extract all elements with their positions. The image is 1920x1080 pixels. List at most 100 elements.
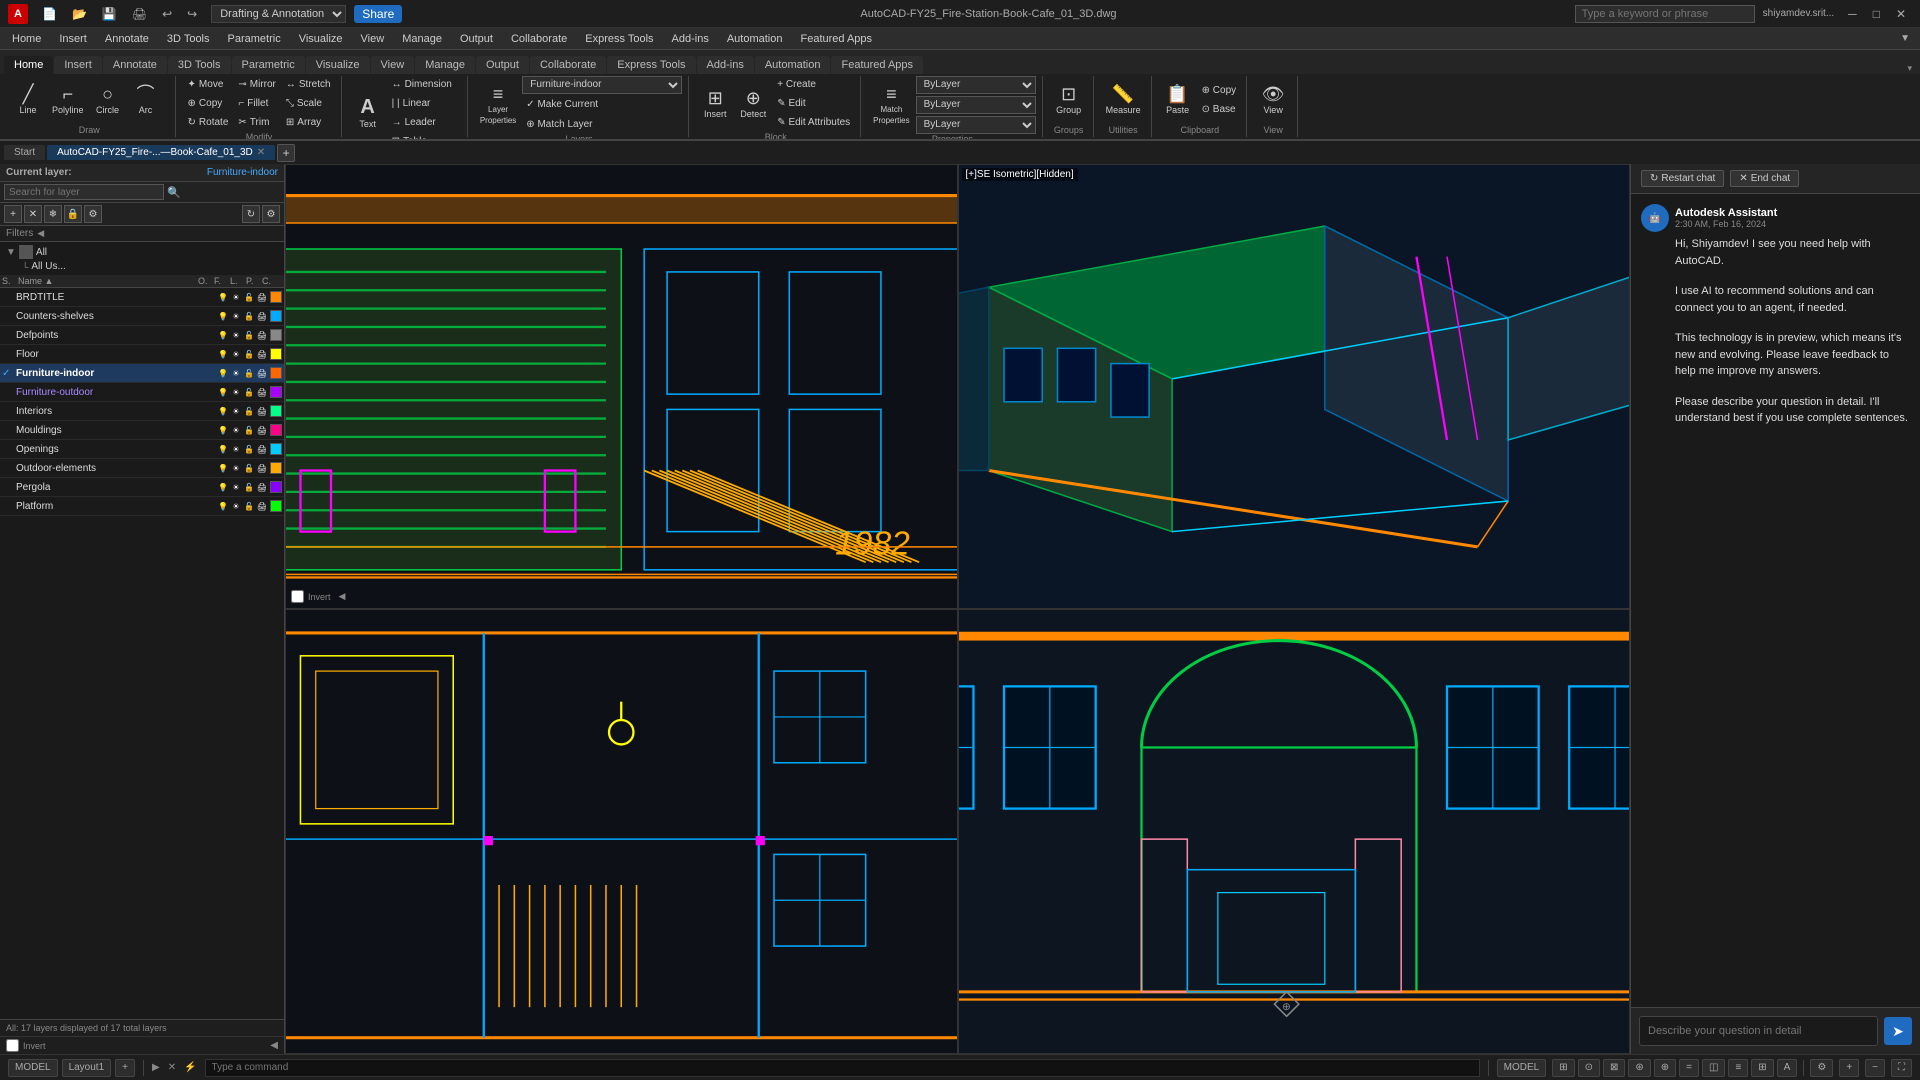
tab-close-btn[interactable]: ✕ <box>257 147 265 158</box>
tab-annotate[interactable]: Annotate <box>103 56 167 74</box>
mirror-btn[interactable]: ⊸ Mirror <box>234 76 280 94</box>
viewport-bottom-right[interactable]: ⊕ <box>958 609 1631 1054</box>
new-layout-btn[interactable]: + <box>115 1059 135 1077</box>
copy-clip-btn[interactable]: ⊕ Copy <box>1198 82 1241 100</box>
tab-collaborate[interactable]: Collaborate <box>530 56 606 74</box>
workspace-select[interactable]: Drafting & Annotation <box>211 5 346 23</box>
layer-row-platform[interactable]: Platform 💡 ☀ 🔓 🖨 <box>0 497 284 516</box>
text-btn[interactable]: A Text <box>350 89 386 137</box>
global-search[interactable] <box>1575 5 1755 23</box>
layer-row-defpoints[interactable]: Defpoints 💡 ☀ 🔓 🖨 <box>0 326 284 345</box>
menu-manage[interactable]: Manage <box>394 31 450 47</box>
group-btn[interactable]: ⊡ Group <box>1051 76 1087 124</box>
linear-btn[interactable]: | | Linear <box>388 95 456 113</box>
tab-automation[interactable]: Automation <box>755 56 831 74</box>
tab-visualize[interactable]: Visualize <box>306 56 370 74</box>
print-btn[interactable]: 🖨 <box>126 5 153 23</box>
edit-btn[interactable]: ✎ Edit <box>773 95 854 113</box>
all-used-item[interactable]: └ All Us... <box>6 260 278 273</box>
layer-row-brdtitle[interactable]: BRDTITLE 💡 ☀ 🔓 🖨 <box>0 288 284 307</box>
match-layer-btn[interactable]: ⊕ Match Layer <box>522 116 682 134</box>
menu-home[interactable]: Home <box>4 31 49 47</box>
share-btn[interactable]: Share <box>354 5 402 23</box>
layer-dropdown[interactable]: Furniture-indoor <box>522 76 682 94</box>
minimize-btn[interactable]: ─ <box>1842 5 1863 23</box>
tab-featured[interactable]: Featured Apps <box>831 56 923 74</box>
tab-insert[interactable]: Insert <box>54 56 102 74</box>
layer-settings-btn[interactable]: ⚙ <box>84 205 102 223</box>
tab-parametric[interactable]: Parametric <box>232 56 305 74</box>
layer-row-mouldings[interactable]: Mouldings 💡 ☀ 🔓 🖨 <box>0 421 284 440</box>
selection-btn[interactable]: ⊞ <box>1751 1059 1773 1077</box>
invert-checkbox[interactable] <box>6 1039 19 1052</box>
circle-btn[interactable]: ○ Circle <box>90 76 126 124</box>
save-btn[interactable]: 💾 <box>96 5 123 23</box>
invert-cb-view[interactable] <box>291 590 304 603</box>
layout1-tab[interactable]: Layout1 <box>62 1059 112 1077</box>
table-btn[interactable]: ⊞ Table <box>388 133 456 139</box>
create-btn[interactable]: + Create <box>773 76 854 94</box>
model-tab[interactable]: MODEL <box>8 1059 58 1077</box>
new-layer-btn[interactable]: + <box>4 205 22 223</box>
qprops-btn[interactable]: ≡ <box>1728 1059 1748 1077</box>
bylayer-color[interactable]: ByLayer <box>916 76 1036 94</box>
array-btn[interactable]: ⊞ Array <box>282 114 335 132</box>
osnap-btn[interactable]: ⊕ <box>1654 1059 1676 1077</box>
chat-input[interactable] <box>1639 1016 1878 1046</box>
layer-refresh-btn[interactable]: ↻ <box>242 205 260 223</box>
close-btn[interactable]: ✕ <box>1890 5 1912 23</box>
layer-row-floor[interactable]: Floor 💡 ☀ 🔓 🖨 <box>0 345 284 364</box>
rotate-btn[interactable]: ↻ Rotate <box>184 114 233 132</box>
ribbon-collapse-btn[interactable]: ▼ <box>1894 31 1916 46</box>
delete-layer-btn[interactable]: ✕ <box>24 205 42 223</box>
paste-btn[interactable]: 📋 Paste <box>1160 76 1196 124</box>
trim-btn[interactable]: ✂ Trim <box>234 114 280 132</box>
viewport-top-right[interactable]: [+]SE Isometric][Hidden] <box>958 164 1631 609</box>
layer-search-input[interactable] <box>4 184 164 200</box>
menu-expresstools[interactable]: Express Tools <box>577 31 661 47</box>
bylayer-lineweight[interactable]: ByLayer <box>916 116 1036 134</box>
layer-row-pergola[interactable]: Pergola 💡 ☀ 🔓 🖨 <box>0 478 284 497</box>
start-tab[interactable]: Start <box>4 145 45 160</box>
tab-output[interactable]: Output <box>476 56 529 74</box>
insert-btn[interactable]: ⊞ Insert <box>697 80 733 128</box>
match-props-btn[interactable]: ≡ MatchProperties <box>869 81 913 129</box>
layer-row-openings[interactable]: Openings 💡 ☀ 🔓 🖨 <box>0 440 284 459</box>
all-filter-item[interactable]: ▼ All <box>6 244 278 260</box>
bylayer-linetype[interactable]: ByLayer <box>916 96 1036 114</box>
menu-insert[interactable]: Insert <box>51 31 95 47</box>
menu-output[interactable]: Output <box>452 31 501 47</box>
collapse-filter-btn[interactable]: ◀ <box>270 1040 278 1051</box>
open-btn[interactable]: 📂 <box>66 5 93 23</box>
measure-btn[interactable]: 📏 Measure <box>1102 76 1145 124</box>
ortho-btn[interactable]: ⊠ <box>1603 1059 1625 1077</box>
view-btn[interactable]: 👁 View <box>1255 76 1291 124</box>
end-chat-btn[interactable]: ✕ End chat <box>1730 170 1799 187</box>
viewport-top-left[interactable]: 1982 Invert ◀ <box>285 164 958 609</box>
copy-btn[interactable]: ⊕ Copy <box>184 95 233 113</box>
redo-btn[interactable]: ↪ <box>181 5 203 23</box>
menu-visualize[interactable]: Visualize <box>291 31 351 47</box>
polyline-btn[interactable]: ⌐ Polyline <box>48 76 88 124</box>
full-screen-btn[interactable]: ⛶ <box>1891 1059 1912 1077</box>
scale-btn[interactable]: ⤡ Scale <box>282 95 335 113</box>
menu-view[interactable]: View <box>353 31 393 47</box>
leader-btn[interactable]: → Leader <box>388 114 456 132</box>
transparency-btn[interactable]: ◫ <box>1702 1059 1725 1077</box>
menu-featured[interactable]: Featured Apps <box>792 31 880 47</box>
zoom-out-btn[interactable]: − <box>1865 1059 1885 1077</box>
send-btn[interactable]: ➤ <box>1884 1017 1912 1045</box>
layer-row-furniture-indoor[interactable]: ✓ Furniture-indoor 💡 ☀ 🔓 🖨 <box>0 364 284 383</box>
model-mode-btn[interactable]: MODEL <box>1497 1059 1547 1077</box>
tab-home[interactable]: Home <box>4 56 53 74</box>
layer-freeze-btn[interactable]: ❄ <box>44 205 62 223</box>
lineweight-btn[interactable]: = <box>1679 1059 1699 1077</box>
line-btn[interactable]: ╱ Line <box>10 76 46 124</box>
menu-addins[interactable]: Add-ins <box>664 31 717 47</box>
move-btn[interactable]: ✦ Move <box>184 76 233 94</box>
snap-btn[interactable]: ⊙ <box>1578 1059 1600 1077</box>
layer-config-btn[interactable]: ⚙ <box>262 205 280 223</box>
file-tab[interactable]: AutoCAD-FY25_Fire-...—Book-Cafe_01_3D ✕ <box>47 145 275 160</box>
layer-lock-btn[interactable]: 🔒 <box>64 205 82 223</box>
tab-3dtools[interactable]: 3D Tools <box>168 56 231 74</box>
